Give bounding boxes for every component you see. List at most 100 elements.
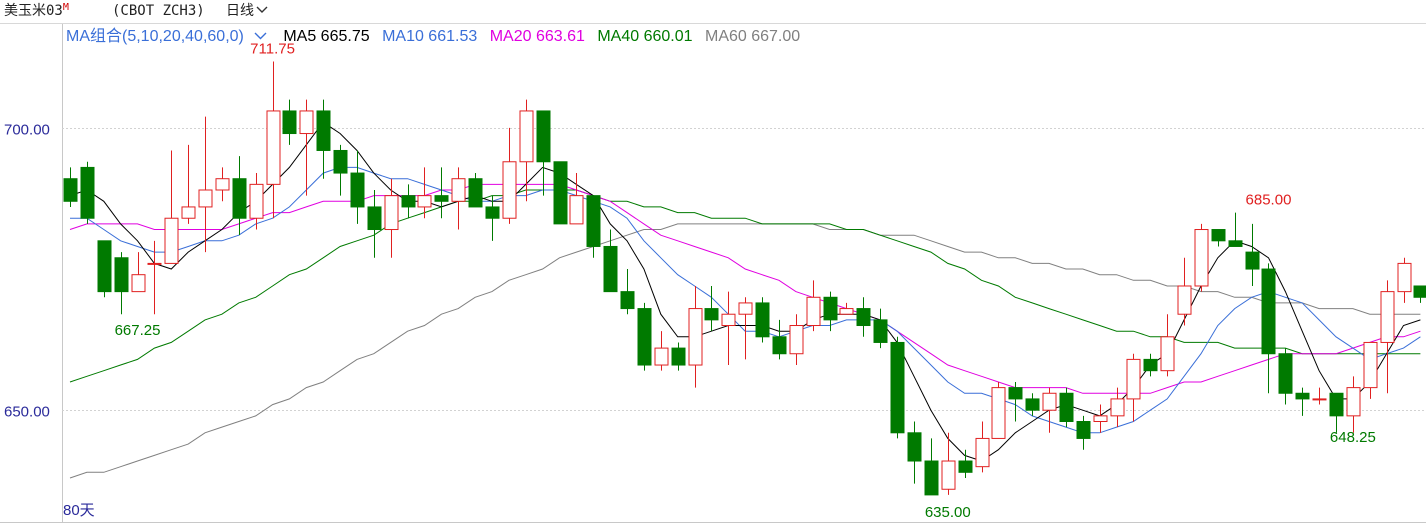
candle-down bbox=[1245, 223, 1260, 286]
candle-up bbox=[975, 421, 990, 473]
candle-body bbox=[434, 195, 449, 202]
ma20-line bbox=[69, 183, 1421, 394]
candle-body bbox=[975, 437, 990, 468]
candle-body bbox=[417, 195, 432, 208]
candle-body bbox=[131, 274, 146, 293]
candle-down bbox=[1211, 229, 1226, 247]
price-annotation: 648.25 bbox=[1330, 429, 1376, 446]
candle-up bbox=[519, 99, 534, 202]
candle-body bbox=[1059, 392, 1074, 422]
candle-down bbox=[924, 438, 939, 496]
candlestick-chart[interactable]: 650.00 700.00 711.75 667.25 685.00 635.00 648… bbox=[0, 0, 1426, 528]
candle-body bbox=[620, 291, 635, 310]
candle-body bbox=[80, 166, 95, 219]
candle-up bbox=[806, 280, 821, 332]
candle-body bbox=[114, 257, 129, 293]
candle-body bbox=[873, 319, 888, 343]
candle-up bbox=[1093, 404, 1108, 433]
candle-up bbox=[502, 127, 517, 224]
candle-body bbox=[1025, 398, 1040, 411]
candle-body bbox=[519, 110, 534, 163]
candle-down bbox=[1143, 353, 1158, 377]
candle-down bbox=[873, 308, 888, 349]
candle-body bbox=[468, 178, 483, 208]
candle-body bbox=[1194, 229, 1209, 287]
candle-body bbox=[721, 313, 736, 327]
y-axis-ticks: 650.00 700.00 bbox=[4, 122, 50, 421]
candle-body bbox=[401, 195, 416, 208]
candle-body bbox=[1008, 387, 1023, 400]
candle-down bbox=[553, 161, 568, 225]
candle-up bbox=[451, 167, 466, 230]
candle-body bbox=[991, 387, 1006, 439]
candles bbox=[63, 61, 1426, 496]
candle-up bbox=[198, 116, 213, 253]
candle-body bbox=[367, 206, 382, 231]
candle-up bbox=[1194, 223, 1209, 292]
candle-up bbox=[299, 99, 314, 196]
candle-down bbox=[1295, 387, 1310, 416]
candle-body bbox=[350, 172, 365, 208]
candle-down bbox=[755, 297, 770, 343]
candle-down bbox=[671, 342, 686, 371]
candle-body bbox=[941, 460, 956, 490]
candle-down bbox=[704, 285, 719, 332]
candle-up bbox=[1397, 257, 1412, 303]
candle-up bbox=[721, 291, 736, 366]
candle-down bbox=[1278, 348, 1293, 405]
candle-down bbox=[434, 167, 449, 219]
candle-up bbox=[1042, 387, 1057, 433]
candle-body bbox=[671, 347, 686, 366]
price-annotation: 711.75 bbox=[250, 41, 295, 58]
candle-body bbox=[1228, 240, 1243, 247]
candle-body bbox=[637, 308, 652, 366]
candle-body bbox=[907, 432, 922, 462]
candle-down bbox=[1413, 285, 1426, 303]
candle-down bbox=[401, 184, 416, 219]
candle-down bbox=[63, 167, 78, 207]
candle-body bbox=[856, 308, 871, 327]
candle-down bbox=[536, 110, 551, 196]
candle-body bbox=[1261, 268, 1276, 355]
candle-down bbox=[1329, 392, 1344, 433]
candle-body bbox=[299, 110, 314, 135]
candle-body bbox=[1363, 341, 1378, 389]
candle-body bbox=[890, 341, 905, 434]
candle-body bbox=[1177, 285, 1192, 315]
candle-body bbox=[553, 161, 568, 225]
price-annotation: 635.00 bbox=[925, 504, 971, 521]
candle-up bbox=[839, 302, 854, 315]
candle-down bbox=[367, 190, 382, 258]
candle-body bbox=[924, 460, 939, 496]
candle-body bbox=[1413, 285, 1426, 298]
candle-body bbox=[198, 189, 213, 208]
candle-body bbox=[316, 110, 331, 151]
candle-body bbox=[1295, 392, 1310, 400]
candle-up bbox=[991, 381, 1006, 439]
candle-up bbox=[654, 331, 669, 371]
candle-up bbox=[1177, 257, 1192, 326]
candle-body bbox=[755, 302, 770, 338]
candle-up bbox=[941, 432, 956, 495]
candle-body bbox=[536, 110, 551, 163]
candle-down bbox=[620, 269, 635, 315]
candle-body bbox=[333, 149, 348, 174]
candle-down bbox=[907, 421, 922, 484]
candle-up bbox=[789, 314, 804, 366]
candle-down bbox=[637, 302, 652, 371]
candle-body bbox=[384, 195, 399, 231]
candle-up bbox=[215, 167, 230, 202]
candle-up bbox=[131, 252, 146, 293]
candle-down bbox=[958, 449, 973, 478]
candle-body bbox=[1312, 398, 1327, 401]
candle-down bbox=[1228, 212, 1243, 247]
candle-down bbox=[97, 240, 112, 298]
candle-down bbox=[114, 252, 129, 315]
candle-body bbox=[603, 245, 618, 293]
candle-up bbox=[569, 173, 584, 225]
candle-up bbox=[1380, 280, 1395, 394]
candle-body bbox=[249, 183, 264, 219]
candle-up bbox=[266, 61, 281, 219]
candle-body bbox=[1042, 392, 1057, 411]
candle-body bbox=[772, 336, 787, 355]
